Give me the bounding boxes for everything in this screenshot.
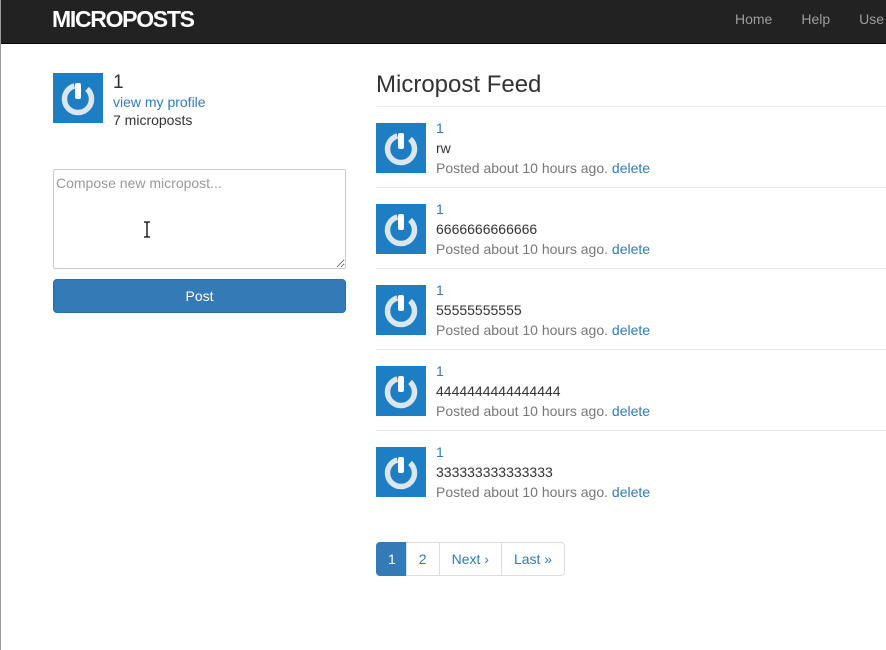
gravatar-icon[interactable]	[376, 123, 426, 173]
micropost-content: 55555555555	[436, 302, 522, 318]
navbar: MICROPOSTS Home Help Use	[1, 0, 886, 44]
nav-users[interactable]: Use	[859, 11, 884, 27]
micropost-content: 4444444444444444	[436, 383, 561, 399]
brand-logo[interactable]: MICROPOSTS	[52, 6, 195, 33]
delete-link[interactable]: delete	[612, 484, 650, 500]
timestamp-text: Posted about 10 hours ago.	[436, 484, 609, 500]
gravatar-icon[interactable]	[376, 285, 426, 335]
view-profile-link[interactable]: view my profile	[113, 94, 206, 110]
timestamp-text: Posted about 10 hours ago.	[436, 403, 609, 419]
compose-micropost-input[interactable]	[53, 169, 346, 269]
gravatar-icon[interactable]	[53, 73, 103, 123]
micropost-item: 1 rw Posted about 10 hours ago. delete	[376, 107, 886, 188]
next-page-link[interactable]: Next ›	[438, 542, 502, 576]
micropost-timestamp: Posted about 10 hours ago. delete	[436, 241, 650, 257]
nav-home[interactable]: Home	[735, 11, 772, 27]
gravatar-icon[interactable]	[376, 447, 426, 497]
micropost-item: 1 4444444444444444 Posted about 10 hours…	[376, 350, 886, 431]
gravatar-icon[interactable]	[376, 204, 426, 254]
micropost-timestamp: Posted about 10 hours ago. delete	[436, 403, 650, 419]
page-1-link[interactable]: 1	[376, 542, 407, 576]
page-2-link[interactable]: 2	[405, 542, 440, 576]
last-page-link[interactable]: Last »	[500, 542, 566, 576]
post-button[interactable]: Post	[53, 279, 346, 313]
gravatar-icon[interactable]	[376, 366, 426, 416]
micropost-item: 1 333333333333333 Posted about 10 hours …	[376, 431, 886, 512]
delete-link[interactable]: delete	[612, 160, 650, 176]
timestamp-text: Posted about 10 hours ago.	[436, 241, 609, 257]
nav-help[interactable]: Help	[801, 11, 830, 27]
micropost-user-link[interactable]: 1	[436, 120, 444, 136]
feed-title: Micropost Feed	[376, 71, 542, 98]
timestamp-text: Posted about 10 hours ago.	[436, 160, 609, 176]
micropost-user-link[interactable]: 1	[436, 282, 444, 298]
micropost-item: 1 6666666666666 Posted about 10 hours ag…	[376, 188, 886, 269]
micropost-content: 333333333333333	[436, 464, 553, 480]
delete-link[interactable]: delete	[612, 403, 650, 419]
micropost-timestamp: Posted about 10 hours ago. delete	[436, 322, 650, 338]
micropost-user-link[interactable]: 1	[436, 363, 444, 379]
nav-links: Home Help Use	[735, 11, 886, 29]
delete-link[interactable]: delete	[612, 241, 650, 257]
pagination: 1 2 Next › Last »	[376, 542, 566, 576]
micropost-timestamp: Posted about 10 hours ago. delete	[436, 160, 650, 176]
micropost-timestamp: Posted about 10 hours ago. delete	[436, 484, 650, 500]
user-name: 1	[113, 72, 124, 93]
delete-link[interactable]: delete	[612, 322, 650, 338]
micropost-user-link[interactable]: 1	[436, 201, 444, 217]
micropost-content: 6666666666666	[436, 221, 538, 237]
micropost-count: 7 microposts	[113, 112, 193, 128]
timestamp-text: Posted about 10 hours ago.	[436, 322, 609, 338]
micropost-item: 1 55555555555 Posted about 10 hours ago.…	[376, 269, 886, 350]
micropost-feed: 1 rw Posted about 10 hours ago. delete 1…	[376, 107, 886, 512]
micropost-user-link[interactable]: 1	[436, 444, 444, 460]
text-cursor-icon	[144, 221, 150, 238]
micropost-content: rw	[436, 140, 451, 156]
